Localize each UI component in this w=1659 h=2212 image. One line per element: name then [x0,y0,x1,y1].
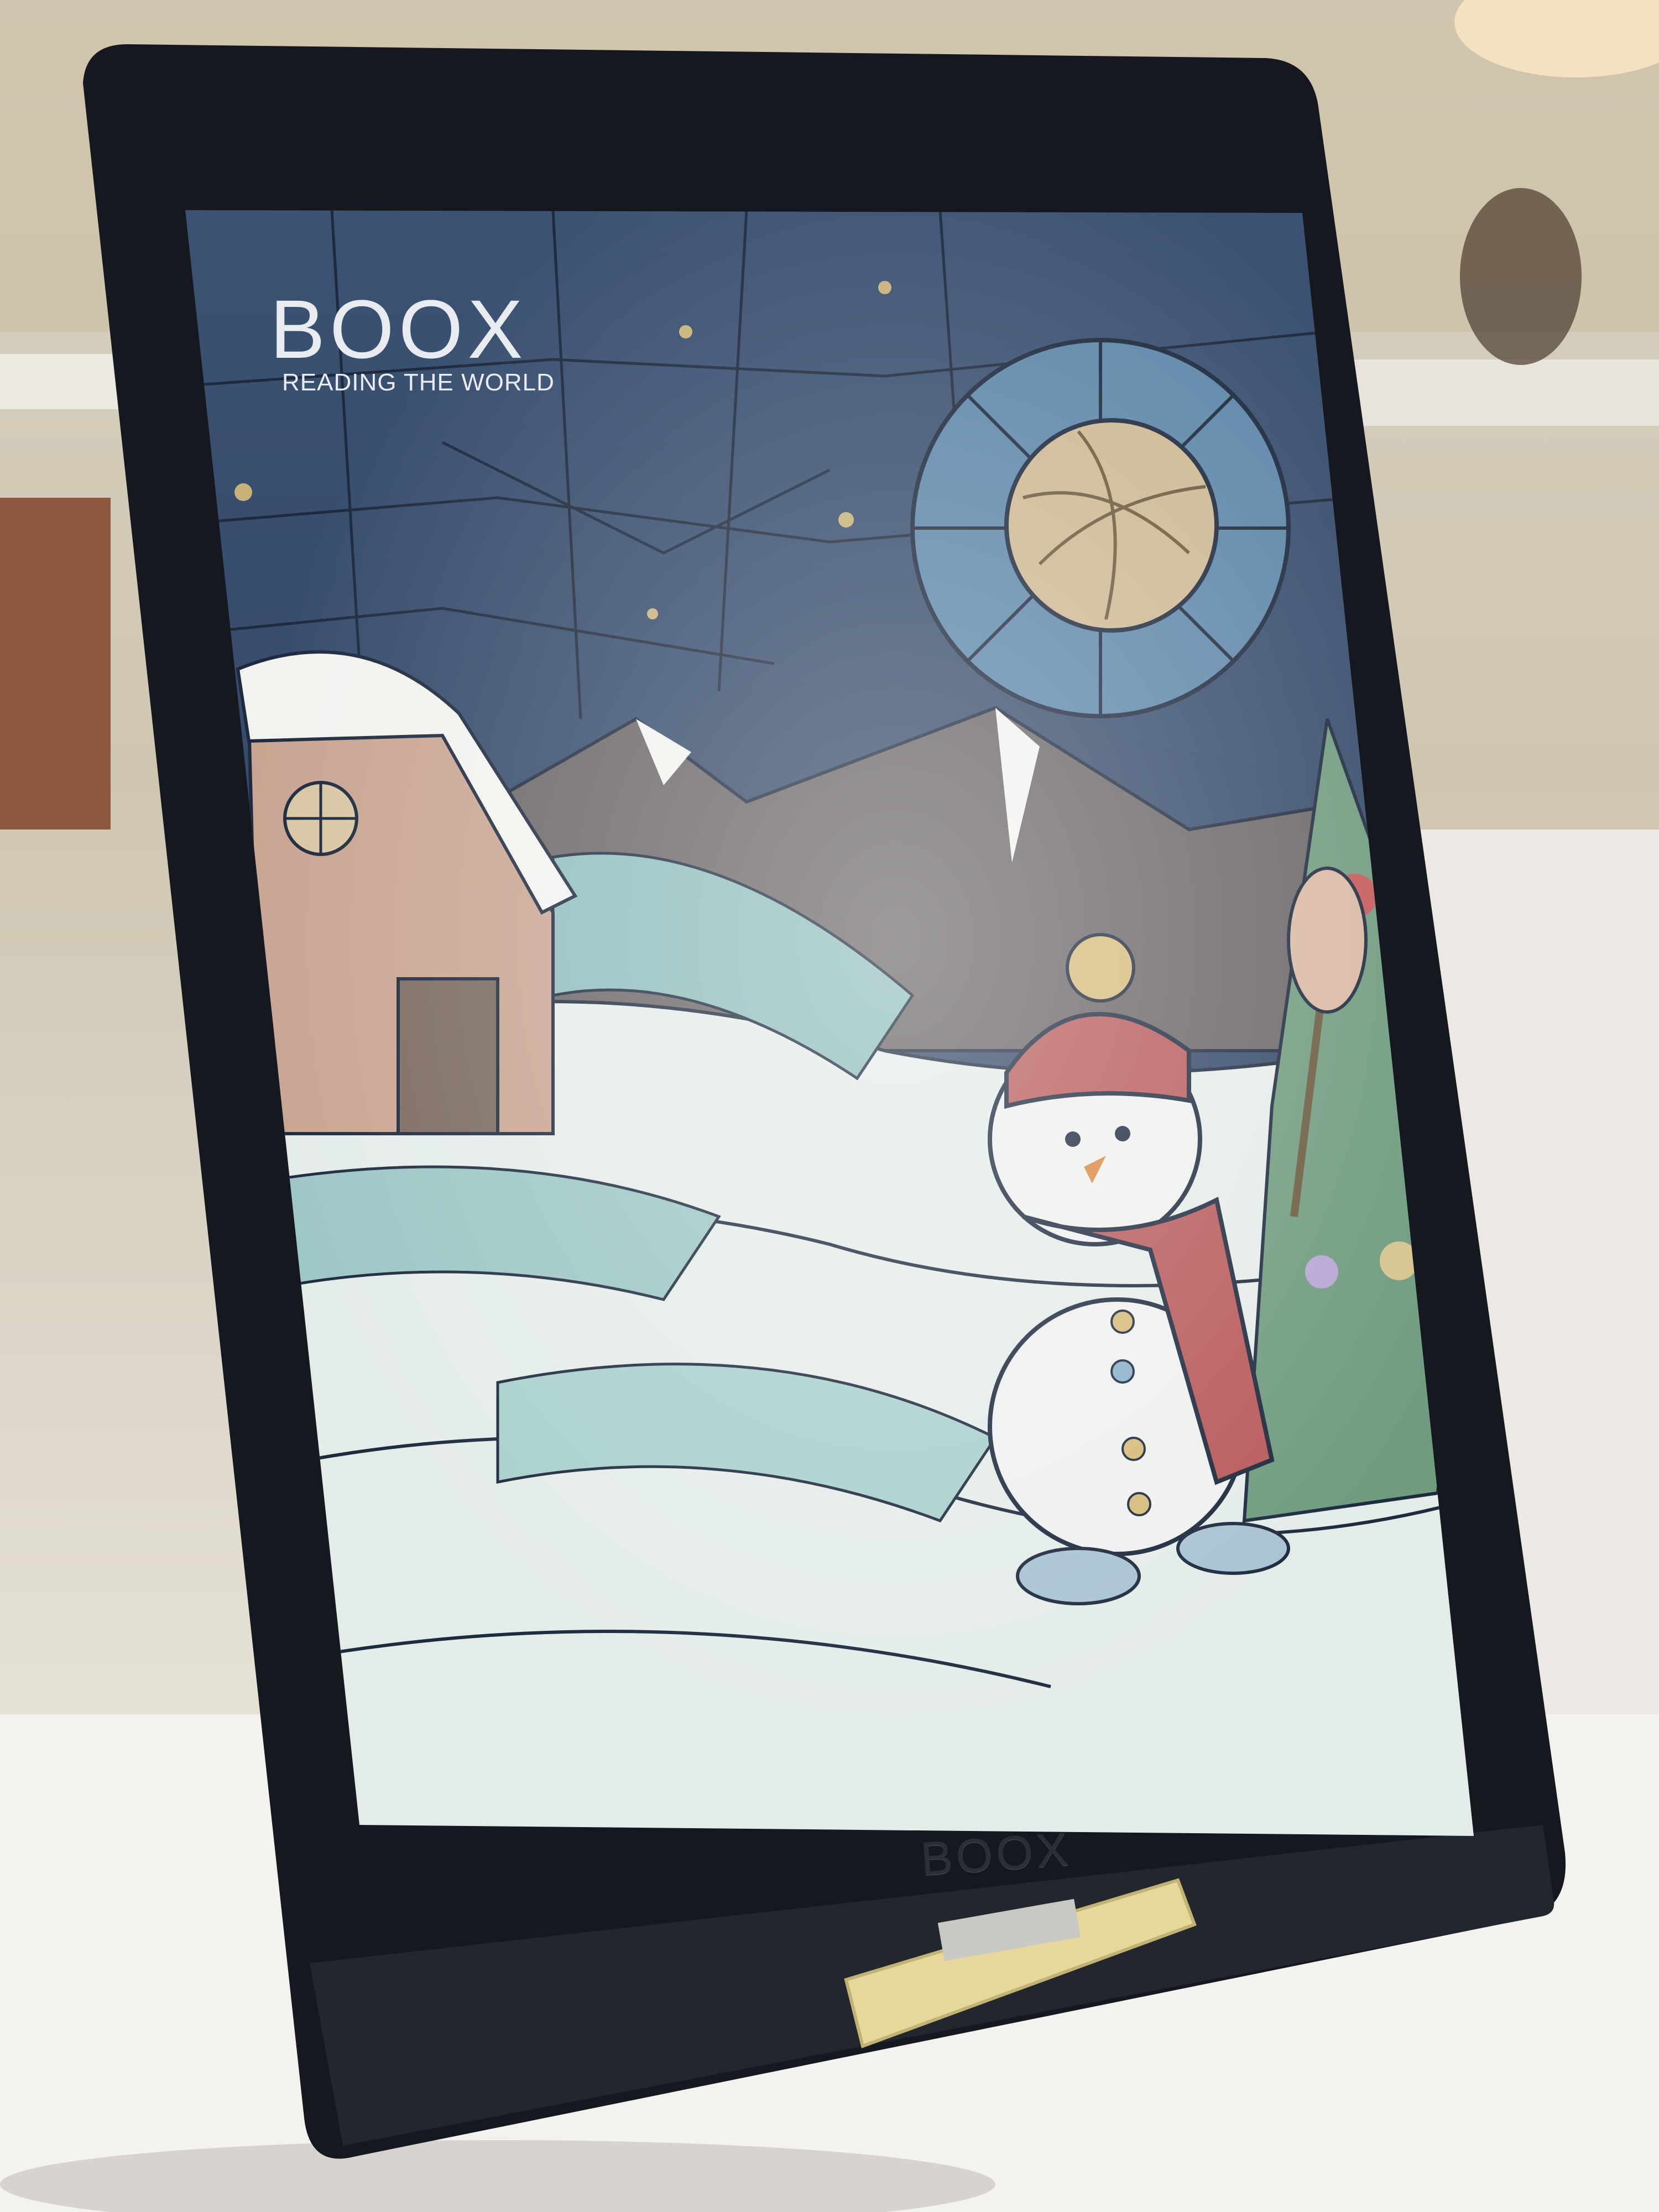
background-counter [1316,359,1659,426]
background-chair-left [0,498,111,830]
background-person [1460,188,1582,365]
photo-scene [0,0,1659,2212]
screen [185,210,1474,1836]
bezel-brand-logo: BOOX [919,1822,1073,1886]
screen-tagline: READING THE WORLD [282,369,555,396]
screen-brand-logo: BOOX [270,283,528,375]
